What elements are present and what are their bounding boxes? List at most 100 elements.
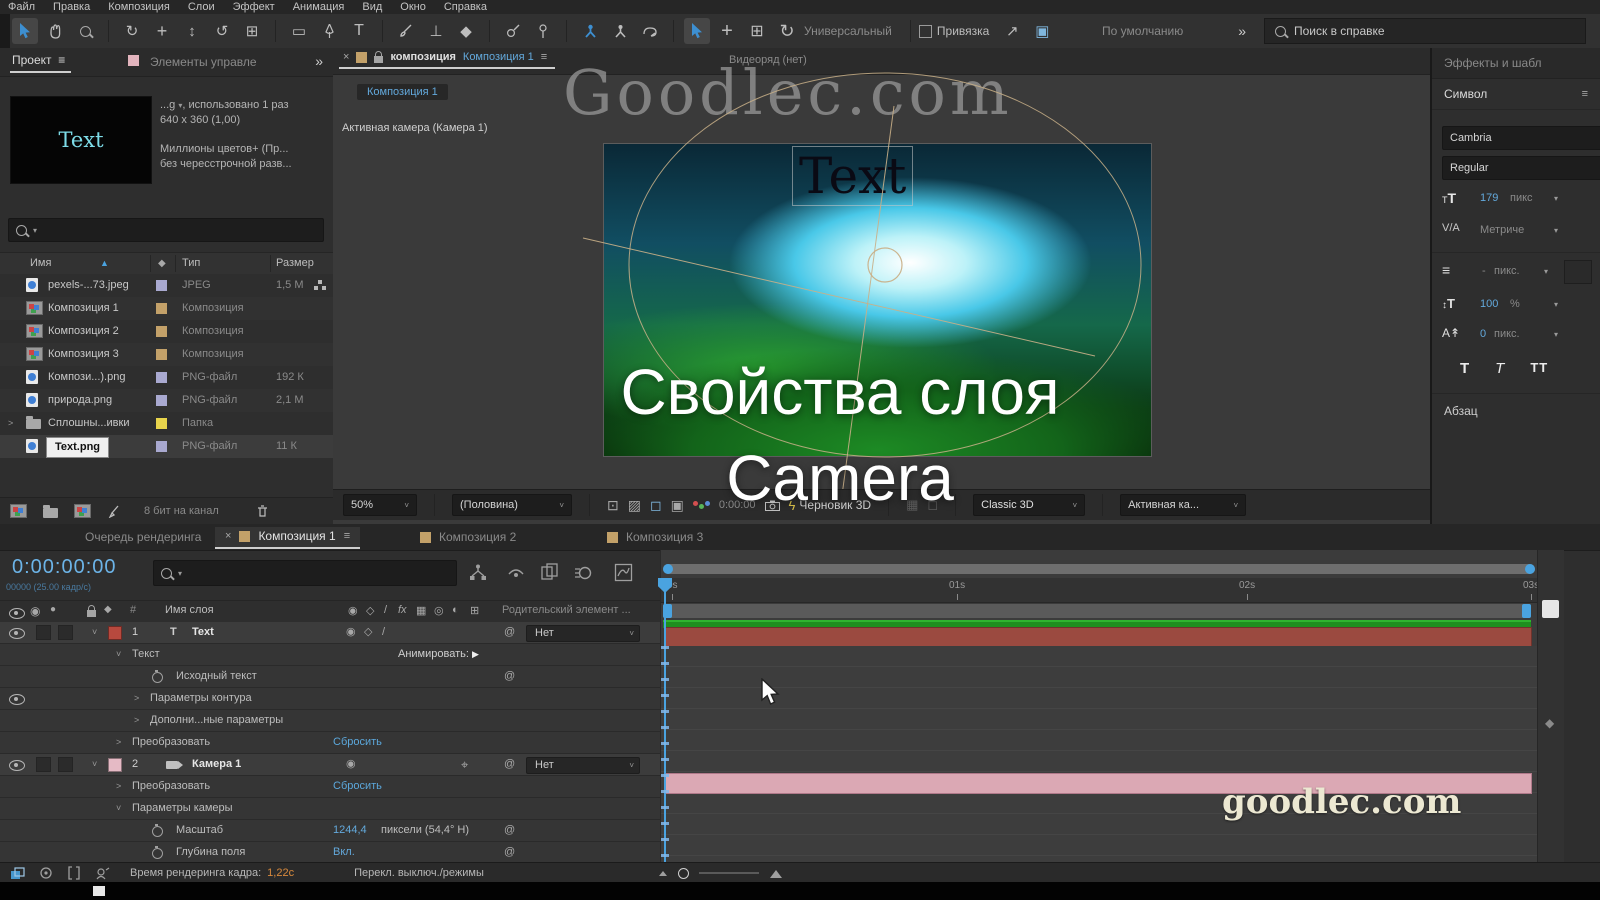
tab-comp-1[interactable]: × Композиция 1 ≡ (215, 527, 360, 549)
project-color-depth[interactable]: 8 бит на канал (144, 505, 219, 517)
leading-value[interactable]: - (1482, 265, 1486, 277)
twirl-icon[interactable]: ˅ (92, 754, 97, 775)
close-tab-icon[interactable]: × (343, 51, 349, 63)
audio-switch-box[interactable] (36, 625, 51, 640)
timeline-row[interactable]: ˅ТекстАнимировать:▶ (0, 644, 660, 666)
workspace-label[interactable]: По умолчанию (1102, 24, 1183, 38)
timeline-row[interactable]: >ПреобразоватьСбросить (0, 776, 660, 798)
eraser-tool-icon[interactable]: ◆ (453, 18, 479, 44)
property-name[interactable]: Глубина поля (176, 842, 245, 862)
timeline-zoom-control[interactable] (658, 868, 783, 879)
pan-behind-tool-icon[interactable]: ⊞ (239, 18, 265, 44)
viewer-breadcrumb[interactable]: Композиция 1 (357, 84, 448, 100)
label-swatch[interactable] (156, 349, 167, 360)
time-ruler[interactable]: 0s 01s 02s 03s (661, 578, 1538, 603)
solo-switch-box[interactable] (58, 757, 73, 772)
property-name[interactable]: Масштаб (176, 820, 223, 841)
font-family-field[interactable]: Cambria (1442, 126, 1600, 150)
label-swatch[interactable] (156, 280, 167, 291)
text-layer-on-canvas[interactable]: Text (792, 146, 913, 206)
zoom-out-mountain-icon[interactable] (658, 869, 668, 877)
timeline-row[interactable]: Исходный текст@ (0, 666, 660, 688)
parent-pickwhip-icon[interactable]: @ (504, 842, 515, 862)
orbit-camera-tool-icon[interactable]: ↻ (119, 18, 145, 44)
clone-stamp-tool-icon[interactable]: ⊥ (423, 18, 449, 44)
composition-flowchart-icon[interactable] (468, 564, 488, 582)
caret-icon[interactable]: ▾ (1544, 267, 1548, 276)
timeline-row[interactable]: > Параметры контура (0, 688, 660, 710)
parent-pickwhip-icon[interactable]: @ (504, 820, 515, 841)
search-caret-icon[interactable]: ▾ (178, 569, 182, 578)
pen-switch-icon[interactable]: / (382, 622, 385, 643)
pen-switch-icon[interactable]: / (384, 604, 387, 616)
tab-project[interactable]: Проект ≡ (10, 53, 71, 73)
twirl-icon[interactable]: > (134, 688, 139, 709)
fill-color-swatch[interactable] (1564, 260, 1592, 284)
animate-menu-icon[interactable]: ▶ (472, 644, 479, 665)
menu-layers[interactable]: Слои (188, 1, 215, 13)
caret-icon[interactable]: ▾ (1554, 226, 1558, 235)
shy-status-icon[interactable] (95, 867, 110, 880)
property-value[interactable]: Вкл. (333, 842, 355, 862)
pick-switch-icon[interactable]: ◉ (346, 622, 356, 643)
zoom-in-mountain-icon[interactable] (769, 868, 783, 879)
menu-help[interactable]: Справка (444, 1, 487, 13)
label-column-icon[interactable]: ◆ (104, 604, 112, 615)
parent-column[interactable]: Родительский элемент ... (502, 604, 631, 616)
camera-selection-tool-icon[interactable] (684, 18, 710, 44)
graph-editor-icon[interactable] (614, 563, 633, 582)
panel-menu-icon[interactable]: ≡ (1582, 88, 1588, 100)
project-file-row[interactable]: Композиция 1Композиция (0, 297, 333, 320)
twirl-icon[interactable]: ˅ (116, 798, 121, 819)
label-swatch[interactable] (156, 303, 167, 314)
timeline-row[interactable]: >Дополни...ные параметры (0, 710, 660, 732)
current-timecode[interactable]: 0:00:00:00 (12, 556, 117, 579)
menu-file[interactable]: Файл (8, 1, 35, 13)
quality-switch-icon[interactable]: ◉ (348, 604, 358, 617)
project-file-row[interactable]: Композиция 3Композиция (0, 343, 333, 366)
audio-column-icon[interactable]: ◉ (30, 604, 40, 618)
frame-blend-icon[interactable] (540, 563, 559, 582)
brush-tool-icon[interactable] (393, 18, 419, 44)
shy-layers-icon[interactable] (506, 564, 526, 582)
search-caret-icon[interactable]: ▾ (33, 226, 37, 235)
visibility-eye-icon[interactable] (9, 694, 25, 705)
hand-tool-icon[interactable] (42, 18, 68, 44)
new-folder-icon[interactable] (43, 508, 58, 518)
project-file-row[interactable]: pexels-...73.jpegJPEG1,5 М (0, 274, 333, 297)
faux-bold-button[interactable]: T (1460, 360, 1469, 377)
label-swatch[interactable] (156, 418, 167, 429)
text-layer-duration-bar[interactable] (664, 627, 1532, 647)
property-group-name[interactable]: Преобразовать (132, 732, 210, 753)
tab-composition[interactable]: × композиция Композиция 1 ≡ (339, 51, 555, 69)
parent-dropdown[interactable]: Нет˅ (526, 757, 640, 774)
new-composition-icon[interactable] (74, 504, 91, 518)
tab-comp-2[interactable]: Композиция 2 (420, 530, 516, 544)
twirl-icon[interactable]: ˅ (116, 644, 121, 665)
twirl-icon[interactable]: > (8, 412, 13, 435)
camera-box-tool-icon[interactable]: ⊞ (744, 18, 770, 44)
property-group-name[interactable]: Преобразовать (132, 776, 210, 797)
column-name[interactable]: Имя (30, 253, 51, 274)
camera-mode-label[interactable]: Универсальный (804, 24, 892, 38)
paragraph-panel-title[interactable]: Абзац (1444, 404, 1478, 418)
timeline-horizontal-scrollbar[interactable] (663, 564, 1535, 574)
timeline-row[interactable]: Масштаб1244,4пиксели (54,4° H)@ (0, 820, 660, 842)
close-tab-icon[interactable]: × (225, 530, 231, 542)
file-name[interactable]: Композиция 1 (48, 297, 119, 320)
property-group-name[interactable]: Параметры контура (150, 688, 252, 709)
faux-italic-button[interactable]: T (1495, 360, 1504, 377)
scrollbar-left-cap[interactable] (663, 564, 673, 574)
zoom-slider-track[interactable] (699, 872, 759, 874)
visibility-eye-icon[interactable] (9, 760, 25, 771)
lookat-icon[interactable]: ⌖ (461, 754, 468, 775)
scrollbar-right-cap[interactable] (1525, 564, 1535, 574)
pick-switch-icon[interactable]: ◉ (346, 754, 356, 775)
project-search-box[interactable]: ▾ (8, 218, 324, 242)
label-column-icon[interactable]: ◆ (158, 253, 166, 274)
property-group-name[interactable]: Параметры камеры (132, 798, 233, 819)
stopwatch-icon[interactable] (152, 848, 163, 859)
file-name[interactable]: природа.png (48, 389, 112, 412)
property-group-name[interactable]: Текст (132, 644, 160, 665)
timeline-row[interactable]: >ПреобразоватьСбросить (0, 732, 660, 754)
